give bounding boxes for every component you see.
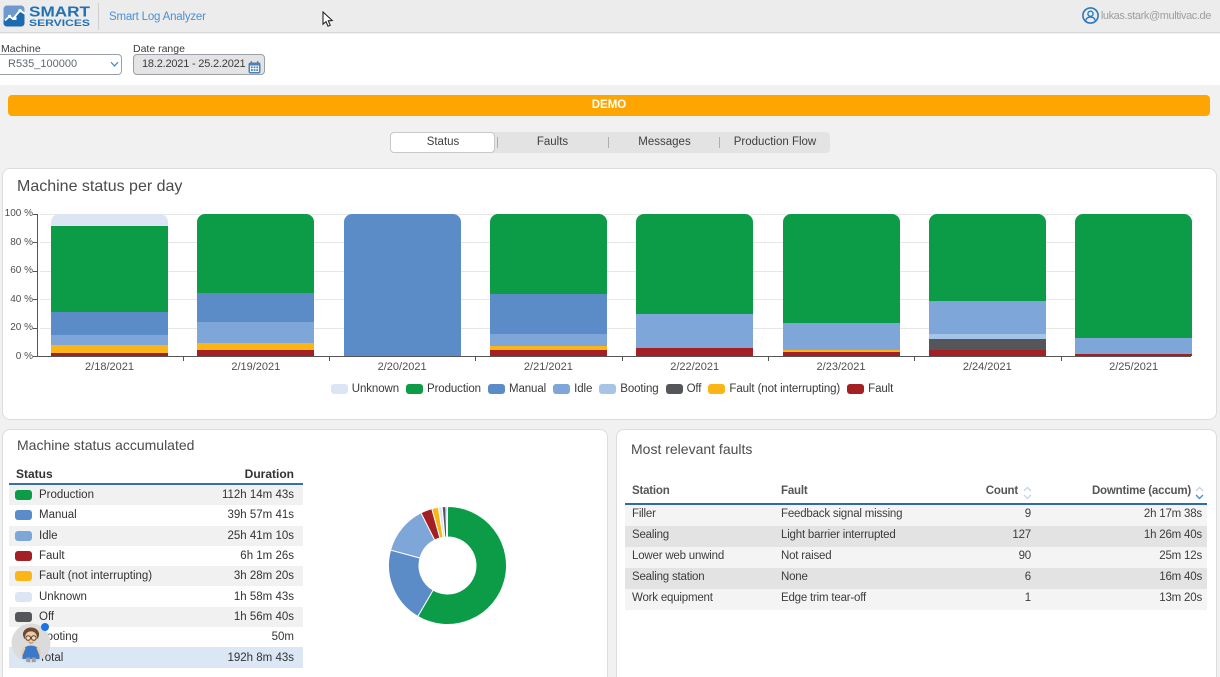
svg-text:SERVICES: SERVICES — [29, 18, 90, 28]
